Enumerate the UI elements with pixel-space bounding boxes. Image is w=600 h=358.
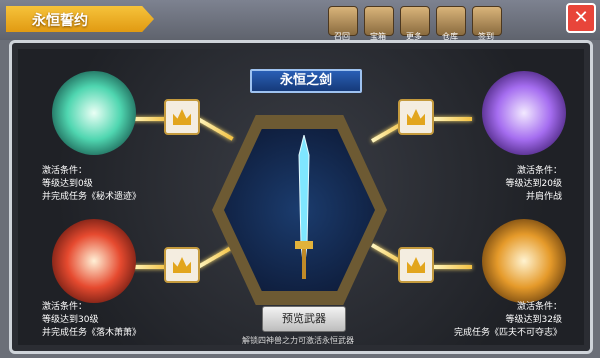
condition-line: 激活条件： bbox=[42, 302, 88, 312]
crown-icon bbox=[173, 109, 191, 125]
reward-box[interactable] bbox=[398, 247, 434, 283]
condition-line: 激活条件： bbox=[516, 166, 562, 176]
sword-icon bbox=[295, 135, 313, 279]
condition-line: 等级达到30级 bbox=[42, 315, 99, 325]
weapon-banner: 永恒之剑 bbox=[250, 69, 362, 93]
orb-purple[interactable] bbox=[482, 71, 566, 155]
oath-panel: 永恒之剑 激活条件： 等级达到0级 并完成任务《秘术遗迹》 激活条件： 等级达到… bbox=[9, 40, 593, 354]
orb-green[interactable] bbox=[52, 71, 136, 155]
weapon-name: 永恒之剑 bbox=[279, 73, 332, 88]
beam bbox=[432, 265, 472, 269]
orb-red[interactable] bbox=[52, 219, 136, 303]
condition-line: 并完成任务《秘术遗迹》 bbox=[42, 192, 142, 202]
close-button[interactable]: ✕ bbox=[566, 3, 596, 33]
condition-top-left: 激活条件： 等级达到0级 并完成任务《秘术遗迹》 bbox=[42, 165, 141, 204]
beam bbox=[432, 117, 472, 121]
crown-icon bbox=[407, 257, 425, 273]
condition-line: 等级达到0级 bbox=[42, 179, 93, 189]
unlock-hint: 解锁四神兽之力可激活永恒武器 bbox=[242, 336, 354, 345]
preview-weapon-button[interactable]: 预览武器 bbox=[262, 306, 346, 332]
condition-line: 并肩作战 bbox=[525, 192, 562, 202]
condition-top-right: 激活条件： 等级达到20级 并肩作战 bbox=[442, 165, 562, 204]
reward-box[interactable] bbox=[398, 99, 434, 135]
condition-line: 激活条件： bbox=[516, 302, 562, 312]
condition-line: 等级达到32级 bbox=[505, 315, 562, 325]
condition-line: 等级达到20级 bbox=[505, 179, 562, 189]
crown-icon bbox=[173, 257, 191, 273]
orb-gold[interactable] bbox=[482, 219, 566, 303]
condition-line: 激活条件： bbox=[42, 166, 88, 176]
page-title: 永恒誓约 bbox=[32, 13, 88, 29]
title-tab: 永恒誓约 bbox=[6, 6, 154, 32]
reward-box[interactable] bbox=[164, 247, 200, 283]
top-bar: 永恒誓约 召回 宝箱 更多 仓库 签到 ✕ bbox=[0, 0, 600, 41]
reward-box[interactable] bbox=[164, 99, 200, 135]
crown-icon bbox=[407, 109, 425, 125]
